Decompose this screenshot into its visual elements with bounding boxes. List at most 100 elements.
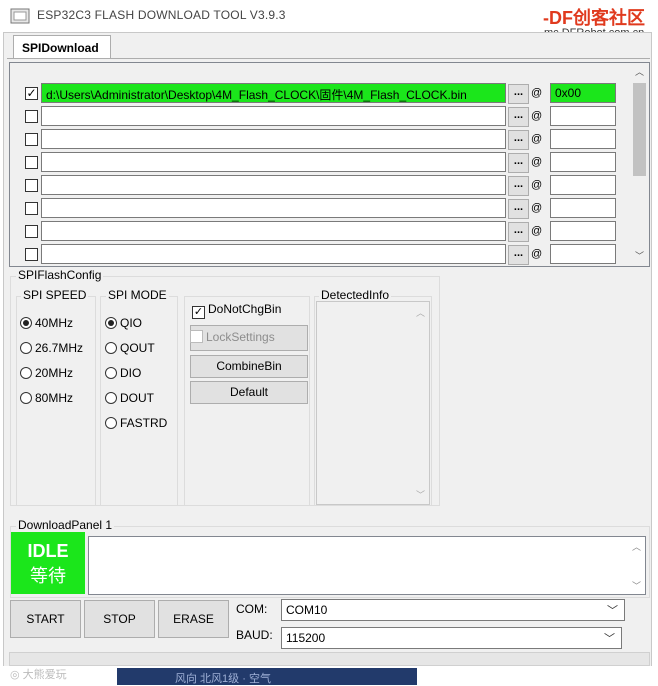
chevron-down-icon: ﹀ bbox=[604, 633, 615, 645]
spi-mode-option[interactable]: DIO bbox=[105, 366, 141, 380]
spi-mode-label: SPI MODE bbox=[106, 288, 169, 302]
tab-spidownload[interactable]: SPIDownload bbox=[13, 35, 111, 59]
address-input[interactable] bbox=[550, 129, 616, 149]
com-label: COM: bbox=[236, 602, 268, 616]
bottom-strip-text: 风向 北风1级 · 空气 bbox=[175, 673, 271, 685]
at-label: @ bbox=[531, 110, 543, 122]
file-row-checkbox[interactable]: ✓ bbox=[25, 87, 38, 100]
detected-scroll-up-icon[interactable]: ︿ bbox=[416, 306, 425, 319]
file-row-checkbox[interactable] bbox=[25, 110, 38, 123]
radio-icon bbox=[105, 317, 117, 329]
file-row-checkbox[interactable] bbox=[25, 225, 38, 238]
chevron-down-icon: ﹀ bbox=[607, 605, 618, 617]
log-output[interactable]: ︿ ﹀ bbox=[88, 536, 646, 595]
file-row-checkbox[interactable] bbox=[25, 133, 38, 146]
browse-button[interactable]: ... bbox=[508, 176, 529, 196]
at-label: @ bbox=[531, 202, 543, 214]
spi-speed-option[interactable]: 20MHz bbox=[20, 366, 73, 380]
title-bar: ESP32C3 FLASH DOWNLOAD TOOL V3.9.3 -DF创客… bbox=[0, 0, 658, 39]
at-label: @ bbox=[531, 156, 543, 168]
spi-mode-option-label: DIO bbox=[120, 366, 142, 380]
file-row-checkbox[interactable] bbox=[25, 202, 38, 215]
lock-settings-checkbox[interactable]: LockSettings bbox=[190, 330, 275, 344]
detected-info-label: DetectedInfo bbox=[319, 288, 392, 302]
status-text-cn: 等待 bbox=[30, 566, 66, 586]
default-button[interactable]: Default bbox=[190, 381, 308, 404]
address-input[interactable]: 0x00 bbox=[550, 83, 616, 103]
spi-mode-option[interactable]: QOUT bbox=[105, 341, 155, 355]
radio-icon bbox=[20, 392, 32, 404]
address-input[interactable] bbox=[550, 106, 616, 126]
address-input[interactable] bbox=[550, 175, 616, 195]
file-path-input[interactable] bbox=[41, 129, 506, 149]
detected-scroll-down-icon[interactable]: ﹀ bbox=[416, 488, 425, 501]
address-input[interactable] bbox=[550, 152, 616, 172]
file-list-scrollbar[interactable]: ︿ ﹀ bbox=[631, 63, 648, 266]
at-label: @ bbox=[531, 225, 543, 237]
spi-mode-option[interactable]: DOUT bbox=[105, 391, 154, 405]
status-indicator: IDLE 等待 bbox=[11, 532, 85, 594]
lock-settings-check-icon bbox=[190, 330, 203, 343]
address-input[interactable] bbox=[550, 244, 616, 264]
erase-button[interactable]: ERASE bbox=[158, 600, 229, 638]
spi-mode-option-label: DOUT bbox=[120, 391, 154, 405]
baud-label: BAUD: bbox=[236, 628, 273, 642]
spi-mode-option[interactable]: FASTRD bbox=[105, 416, 167, 430]
spi-speed-option[interactable]: 40MHz bbox=[20, 316, 73, 330]
spi-speed-option-label: 20MHz bbox=[35, 366, 74, 380]
detected-info-textarea[interactable]: ︿ ﹀ bbox=[316, 301, 430, 505]
lock-settings-label: LockSettings bbox=[206, 330, 275, 344]
radio-icon bbox=[20, 317, 32, 329]
com-select[interactable]: COM10 ﹀ bbox=[281, 599, 625, 621]
file-path-input[interactable] bbox=[41, 152, 506, 172]
spi-mode-option-label: QIO bbox=[120, 316, 143, 330]
address-input[interactable] bbox=[550, 221, 616, 241]
browse-button[interactable]: ... bbox=[508, 107, 529, 127]
file-path-input[interactable] bbox=[41, 244, 506, 264]
spi-speed-option[interactable]: 26.7MHz bbox=[20, 341, 83, 355]
address-input[interactable] bbox=[550, 198, 616, 218]
spi-speed-option-label: 26.7MHz bbox=[35, 341, 84, 355]
file-row-checkbox[interactable] bbox=[25, 156, 38, 169]
spi-mode-option[interactable]: QIO bbox=[105, 316, 142, 330]
file-row-checkbox[interactable] bbox=[25, 248, 38, 261]
browse-button[interactable]: ... bbox=[508, 130, 529, 150]
file-path-input[interactable] bbox=[41, 175, 506, 195]
file-path-input[interactable]: d:\Users\Administrator\Desktop\4M_Flash_… bbox=[41, 83, 506, 103]
tab-divider bbox=[7, 58, 650, 59]
spi-speed-option-label: 80MHz bbox=[35, 391, 74, 405]
check-icon: ✓ bbox=[192, 306, 205, 319]
radio-icon bbox=[105, 342, 117, 354]
spi-speed-label: SPI SPEED bbox=[21, 288, 89, 302]
combine-bin-button[interactable]: CombineBin bbox=[190, 355, 308, 378]
baud-value: 115200 bbox=[286, 631, 326, 645]
app-icon bbox=[10, 8, 30, 24]
file-path-input[interactable] bbox=[41, 106, 506, 126]
browse-button[interactable]: ... bbox=[508, 222, 529, 242]
scroll-up-icon[interactable]: ︿ bbox=[635, 65, 644, 78]
baud-select[interactable]: 115200 ﹀ bbox=[281, 627, 622, 649]
stop-button[interactable]: STOP bbox=[84, 600, 155, 638]
status-bar bbox=[9, 652, 650, 666]
browse-button[interactable]: ... bbox=[508, 245, 529, 265]
radio-icon bbox=[20, 367, 32, 379]
browse-button[interactable]: ... bbox=[508, 153, 529, 173]
do-not-chg-bin-checkbox[interactable]: ✓ DoNotChgBin bbox=[192, 302, 281, 319]
file-path-input[interactable] bbox=[41, 198, 506, 218]
file-row-checkbox[interactable] bbox=[25, 179, 38, 192]
log-scroll-down-icon[interactable]: ﹀ bbox=[632, 579, 641, 592]
spi-flash-config-label: SPIFlashConfig bbox=[16, 268, 104, 282]
file-path-input[interactable] bbox=[41, 221, 506, 241]
window-title: ESP32C3 FLASH DOWNLOAD TOOL V3.9.3 bbox=[37, 8, 286, 22]
log-scroll-up-icon[interactable]: ︿ bbox=[632, 540, 641, 553]
start-button[interactable]: START bbox=[10, 600, 81, 638]
browse-button[interactable]: ... bbox=[508, 199, 529, 219]
at-label: @ bbox=[531, 87, 543, 99]
at-label: @ bbox=[531, 133, 543, 145]
browse-button[interactable]: ... bbox=[508, 84, 529, 104]
spi-speed-option[interactable]: 80MHz bbox=[20, 391, 73, 405]
do-not-chg-bin-label: DoNotChgBin bbox=[208, 302, 282, 316]
scrollbar-thumb[interactable] bbox=[633, 83, 646, 176]
at-label: @ bbox=[531, 248, 543, 260]
scroll-down-icon[interactable]: ﹀ bbox=[635, 249, 644, 262]
